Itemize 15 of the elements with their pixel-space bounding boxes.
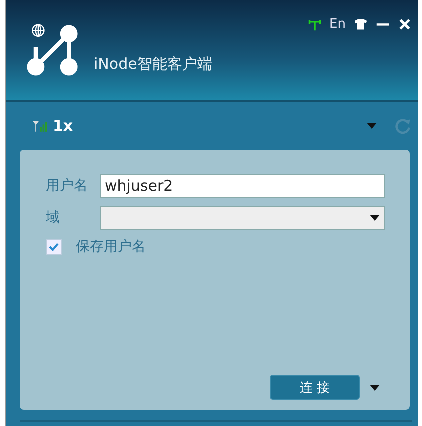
username-label: 用户名	[46, 177, 89, 195]
connection-name: 1x	[53, 117, 74, 135]
language-button[interactable]: En	[330, 16, 346, 32]
domain-label: 域	[46, 209, 61, 227]
checkmark-icon	[48, 241, 60, 253]
checkbox[interactable]	[46, 239, 62, 255]
save-username-label: 保存用户名	[76, 238, 146, 256]
window-title: iNode智能客户端	[94, 55, 212, 75]
signal-icon	[32, 120, 50, 132]
close-icon[interactable]	[398, 18, 412, 30]
shirt-icon[interactable]	[354, 18, 368, 30]
username-field[interactable]: whjuser2	[100, 174, 385, 198]
connect-button[interactable]: 连 接	[270, 375, 360, 400]
dropdown-icon[interactable]	[370, 384, 380, 390]
caret-icon	[370, 215, 380, 221]
